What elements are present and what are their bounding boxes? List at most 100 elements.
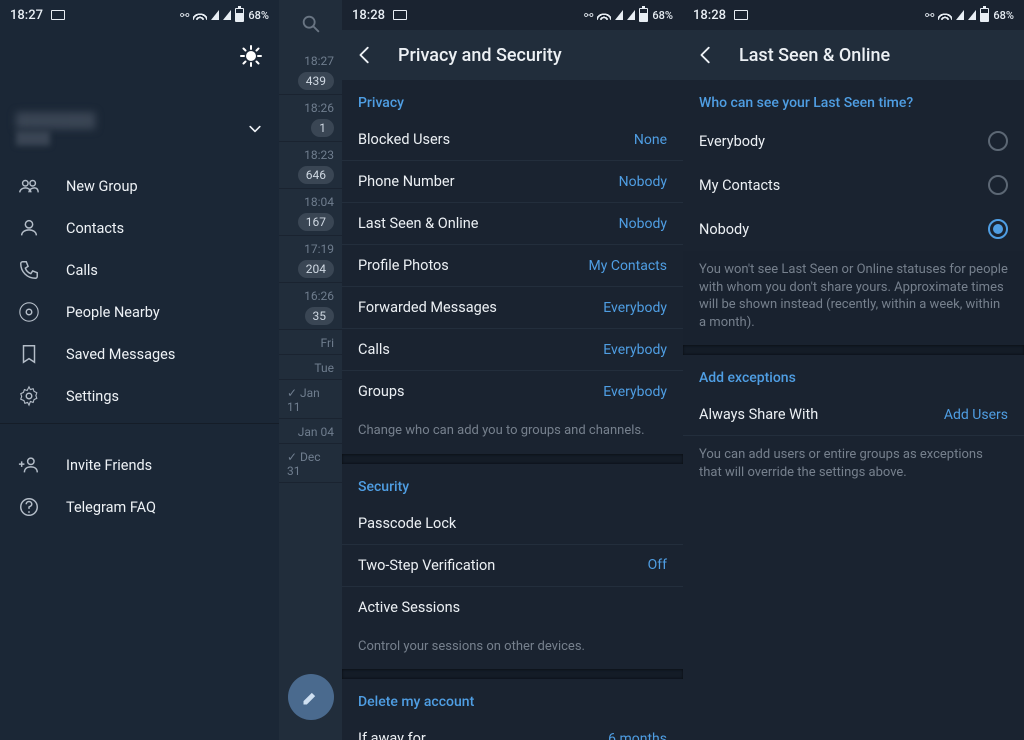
row-label: Forwarded Messages (358, 299, 497, 316)
chat-time: ✓ Jan 11 (287, 386, 334, 414)
row-calls[interactable]: Calls Everybody (342, 329, 683, 371)
chat-strip-item[interactable]: Fri (279, 330, 342, 355)
drawer-panel: 18:27 ⚯ 68% ████████ ████ New Group Conta… (0, 0, 279, 740)
status-bar: 18:28 ⚯ 68% (683, 0, 1024, 30)
delete-if-away-row[interactable]: If away for 6 months (342, 718, 683, 740)
row-last-seen[interactable]: Last Seen & OnlineNobody (342, 203, 683, 245)
vpn-icon: ⚯ (584, 9, 593, 22)
status-time: 18:28 (352, 8, 385, 23)
always-share-with-row[interactable]: Always Share With Add Users (683, 394, 1024, 436)
chat-strip-item[interactable]: 18:261 (279, 95, 342, 142)
menu-item-contacts[interactable]: Contacts (0, 207, 279, 249)
privacy-security-panel: 18:28 ⚯ 68% Privacy and Security Privacy… (342, 0, 683, 740)
row-groups[interactable]: GroupsEverybody (342, 371, 683, 412)
row-value: Add Users (944, 407, 1008, 423)
signal-icon (968, 10, 976, 20)
row-active-sessions[interactable]: Active Sessions (342, 587, 683, 628)
option-my-contacts[interactable]: My Contacts (683, 163, 1024, 207)
menu-item-settings[interactable]: Settings (0, 375, 279, 417)
account-sub: ████ (16, 131, 95, 145)
option-everybody[interactable]: Everybody (683, 119, 1024, 163)
menu-item-new-group[interactable]: New Group (0, 165, 279, 207)
page-title: Privacy and Security (398, 45, 562, 66)
account-chevron-down-icon[interactable] (247, 121, 263, 137)
options-caption: You won't see Last Seen or Online status… (683, 251, 1024, 345)
status-bar: 18:28 ⚯ 68% (342, 0, 683, 30)
security-caption: Control your sessions on other devices. (342, 628, 683, 670)
row-label: Passcode Lock (358, 515, 456, 532)
menu-item-calls[interactable]: Calls (0, 249, 279, 291)
calls-icon (18, 259, 40, 281)
theme-toggle-icon[interactable] (239, 44, 263, 68)
section-security-head: Security (342, 464, 683, 503)
row-label: Active Sessions (358, 599, 460, 616)
chat-strip-item[interactable]: 18:04167 (279, 189, 342, 236)
menu-label: Invite Friends (66, 457, 152, 474)
exceptions-head: Add exceptions (683, 355, 1024, 394)
chat-strip-item[interactable]: ✓ Jan 11 (279, 380, 342, 419)
signal-icon (223, 10, 231, 20)
radio-button[interactable] (988, 219, 1008, 239)
row-value: My Contacts (589, 258, 667, 274)
saved-messages-icon (18, 343, 40, 365)
wifi-icon (597, 10, 611, 20)
row-label: Phone Number (358, 173, 455, 190)
chat-strip-item[interactable]: ✓ Dec 31 (279, 444, 342, 483)
row-blocked-users[interactable]: Blocked Users None (342, 119, 683, 161)
status-time: 18:28 (693, 8, 726, 23)
menu-label: Settings (66, 388, 119, 405)
row-passcode-lock[interactable]: Passcode Lock (342, 503, 683, 545)
status-bar: 18:27 ⚯ 68% (0, 0, 279, 30)
chat-strip-item[interactable]: Jan 04 (279, 419, 342, 444)
option-label: My Contacts (699, 177, 780, 194)
menu-item-invite-friends[interactable]: Invite Friends (0, 444, 279, 486)
exceptions-caption: You can add users or entire groups as ex… (683, 436, 1024, 495)
chat-strip-item[interactable]: Tue (279, 355, 342, 380)
row-profile-photos[interactable]: Profile PhotosMy Contacts (342, 245, 683, 287)
cast-icon (51, 10, 65, 20)
chat-strip-item[interactable]: 18:23646 (279, 142, 342, 189)
row-label: Groups (358, 383, 405, 400)
menu-label: Saved Messages (66, 346, 175, 363)
invite-friends-icon (18, 454, 40, 476)
option-nobody[interactable]: Nobody (683, 207, 1024, 251)
chat-time: Jan 04 (298, 425, 334, 439)
row-value: None (634, 132, 667, 148)
back-button[interactable] (695, 44, 717, 66)
row-two-step[interactable]: Two-Step VerificationOff (342, 545, 683, 587)
menu-item-telegram-faq[interactable]: Telegram FAQ (0, 486, 279, 528)
menu-label: Contacts (66, 220, 124, 237)
row-value: 6 months (608, 731, 667, 740)
page-title: Last Seen & Online (739, 45, 890, 66)
vpn-icon: ⚯ (925, 9, 934, 22)
row-value: Off (648, 557, 667, 573)
row-forwarded-messages[interactable]: Forwarded MessagesEverybody (342, 287, 683, 329)
status-time: 18:27 (10, 8, 43, 23)
radio-button[interactable] (988, 131, 1008, 151)
radio-button[interactable] (988, 175, 1008, 195)
chat-strip-item[interactable]: 16:2635 (279, 283, 342, 330)
cast-icon (393, 10, 407, 20)
compose-fab[interactable] (288, 674, 334, 720)
battery-percent: 68% (248, 9, 269, 22)
battery-icon (639, 8, 648, 22)
question-head: Who can see your Last Seen time? (683, 80, 1024, 119)
search-icon[interactable] (279, 0, 342, 48)
row-value: Everybody (603, 342, 667, 358)
chat-time: 18:26 (304, 101, 334, 115)
back-button[interactable] (354, 44, 376, 66)
chat-strip-item[interactable]: 18:27439 (279, 48, 342, 95)
row-label: Calls (358, 341, 390, 358)
row-phone-number[interactable]: Phone NumberNobody (342, 161, 683, 203)
menu-item-people-nearby[interactable]: People Nearby (0, 291, 279, 333)
profile-avatar[interactable] (16, 44, 74, 102)
account-name: ████████ (16, 112, 95, 129)
menu-item-saved-messages[interactable]: Saved Messages (0, 333, 279, 375)
chat-strip-item[interactable]: 17:19204 (279, 236, 342, 283)
menu-label: People Nearby (66, 304, 160, 321)
menu-label: Calls (66, 262, 98, 279)
row-label: Blocked Users (358, 131, 450, 148)
battery-percent: 68% (652, 9, 673, 22)
row-label: Last Seen & Online (358, 215, 478, 232)
last-seen-panel: 18:28 ⚯ 68% Last Seen & Online Who can s… (683, 0, 1024, 740)
